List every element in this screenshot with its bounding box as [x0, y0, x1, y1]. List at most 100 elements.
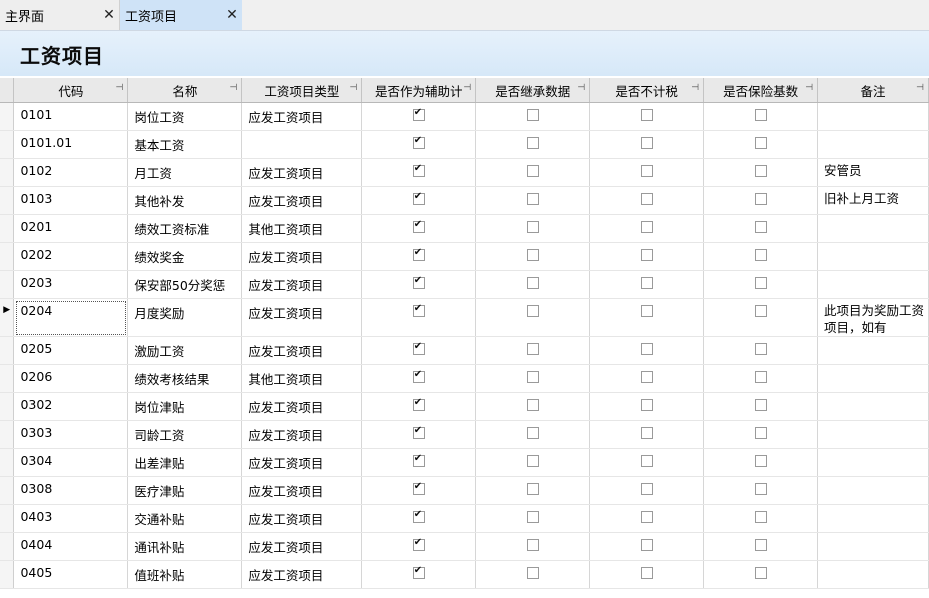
name-cell[interactable]: 绩效奖金: [127, 242, 243, 271]
type-cell[interactable]: 应发工资项目: [241, 420, 363, 449]
notax-checkbox[interactable]: [640, 343, 653, 355]
column-header-6[interactable]: 是否保险基数 ⊣: [703, 78, 819, 103]
type-cell[interactable]: 应发工资项目: [241, 392, 363, 421]
insurance-checkbox[interactable]: [754, 427, 767, 439]
code-cell[interactable]: 0203: [13, 270, 129, 299]
aux-checkbox[interactable]: [412, 135, 425, 149]
name-cell[interactable]: 通讯补贴: [127, 532, 243, 561]
remark-cell[interactable]: [817, 102, 929, 131]
code-cell[interactable]: 0405: [13, 560, 129, 589]
aux-checkbox[interactable]: [412, 397, 425, 411]
code-cell[interactable]: 0308: [13, 476, 129, 505]
insurance-checkbox[interactable]: [754, 165, 767, 177]
remark-cell[interactable]: 安管员: [817, 158, 929, 187]
remark-cell[interactable]: 旧补上月工资: [817, 186, 929, 215]
type-cell[interactable]: 应发工资项目: [241, 158, 363, 187]
remark-cell[interactable]: [817, 448, 929, 477]
type-cell[interactable]: 应发工资项目: [241, 102, 363, 131]
name-cell[interactable]: 岗位津贴: [127, 392, 243, 421]
row-selector[interactable]: [0, 504, 15, 533]
insurance-checkbox[interactable]: [754, 137, 767, 149]
remark-cell[interactable]: [817, 532, 929, 561]
column-header-3[interactable]: 是否作为辅助计 ⊣: [361, 78, 477, 103]
aux-checkbox[interactable]: [412, 107, 425, 121]
table-row[interactable]: 0203 保安部50分奖惩 应发工资项目: [0, 270, 929, 299]
name-cell[interactable]: 激励工资: [127, 336, 243, 365]
row-selector[interactable]: [0, 532, 15, 561]
aux-checkbox[interactable]: [412, 341, 425, 355]
row-selector[interactable]: [0, 186, 15, 215]
name-cell[interactable]: 出差津贴: [127, 448, 243, 477]
table-row[interactable]: 0202 绩效奖金 应发工资项目: [0, 242, 929, 271]
inherit-checkbox[interactable]: [526, 371, 539, 383]
code-cell[interactable]: 0404: [13, 532, 129, 561]
name-cell[interactable]: 岗位工资: [127, 102, 243, 131]
insurance-checkbox[interactable]: [754, 193, 767, 205]
row-selector[interactable]: [0, 364, 15, 393]
row-selector[interactable]: [0, 476, 15, 505]
row-selector[interactable]: [0, 102, 15, 131]
row-selector[interactable]: [0, 158, 15, 187]
insurance-checkbox[interactable]: [754, 305, 767, 317]
name-cell[interactable]: 司龄工资: [127, 420, 243, 449]
name-cell[interactable]: 医疗津贴: [127, 476, 243, 505]
notax-checkbox[interactable]: [640, 483, 653, 495]
insurance-checkbox[interactable]: [754, 371, 767, 383]
insurance-checkbox[interactable]: [754, 483, 767, 495]
aux-checkbox[interactable]: [412, 303, 425, 317]
name-cell[interactable]: 交通补贴: [127, 504, 243, 533]
type-cell[interactable]: 其他工资项目: [241, 214, 363, 243]
aux-checkbox[interactable]: [412, 537, 425, 551]
remark-cell[interactable]: [817, 476, 929, 505]
inherit-checkbox[interactable]: [526, 483, 539, 495]
row-selector[interactable]: [0, 336, 15, 365]
name-cell[interactable]: 其他补发: [127, 186, 243, 215]
inherit-checkbox[interactable]: [526, 165, 539, 177]
table-row[interactable]: 0101.01 基本工资: [0, 130, 929, 159]
inherit-checkbox[interactable]: [526, 277, 539, 289]
column-header-0[interactable]: 代码 ⊣: [13, 78, 129, 103]
type-cell[interactable]: 应发工资项目: [241, 560, 363, 589]
inherit-checkbox[interactable]: [526, 305, 539, 317]
code-cell[interactable]: 0204: [13, 298, 129, 337]
inherit-checkbox[interactable]: [526, 343, 539, 355]
code-cell[interactable]: 0403: [13, 504, 129, 533]
remark-cell[interactable]: [817, 560, 929, 589]
row-selector[interactable]: [0, 560, 15, 589]
pin-icon[interactable]: ⊣: [805, 83, 813, 93]
insurance-checkbox[interactable]: [754, 277, 767, 289]
inherit-checkbox[interactable]: [526, 399, 539, 411]
type-cell[interactable]: 应发工资项目: [241, 476, 363, 505]
table-row[interactable]: 0302 岗位津贴 应发工资项目: [0, 392, 929, 421]
type-cell[interactable]: 其他工资项目: [241, 364, 363, 393]
inherit-checkbox[interactable]: [526, 249, 539, 261]
inherit-checkbox[interactable]: [526, 455, 539, 467]
table-row[interactable]: 0205 激励工资 应发工资项目: [0, 336, 929, 365]
code-cell[interactable]: 0205: [13, 336, 129, 365]
table-row[interactable]: 0308 医疗津贴 应发工资项目: [0, 476, 929, 505]
row-selector[interactable]: [0, 214, 15, 243]
aux-checkbox[interactable]: [412, 163, 425, 177]
inherit-checkbox[interactable]: [526, 567, 539, 579]
code-cell[interactable]: 0102: [13, 158, 129, 187]
notax-checkbox[interactable]: [640, 305, 653, 317]
table-row[interactable]: 0303 司龄工资 应发工资项目: [0, 420, 929, 449]
aux-checkbox[interactable]: [412, 481, 425, 495]
pin-icon[interactable]: ⊣: [691, 83, 699, 93]
row-selector[interactable]: [0, 392, 15, 421]
insurance-checkbox[interactable]: [754, 399, 767, 411]
table-row[interactable]: 0403 交通补贴 应发工资项目: [0, 504, 929, 533]
insurance-checkbox[interactable]: [754, 539, 767, 551]
insurance-checkbox[interactable]: [754, 221, 767, 233]
notax-checkbox[interactable]: [640, 165, 653, 177]
remark-cell[interactable]: [817, 130, 929, 159]
table-row[interactable]: 0405 值班补贴 应发工资项目: [0, 560, 929, 589]
type-cell[interactable]: [241, 130, 363, 159]
insurance-checkbox[interactable]: [754, 511, 767, 523]
table-row[interactable]: 0103其他补发应发工资项目 旧补上月工资: [0, 186, 929, 215]
column-header-4[interactable]: 是否继承数据 ⊣: [475, 78, 591, 103]
name-cell[interactable]: 月度奖励: [127, 298, 243, 337]
code-cell[interactable]: 0302: [13, 392, 129, 421]
pin-icon[interactable]: ⊣: [230, 83, 238, 93]
row-selector[interactable]: ▶: [0, 298, 15, 337]
